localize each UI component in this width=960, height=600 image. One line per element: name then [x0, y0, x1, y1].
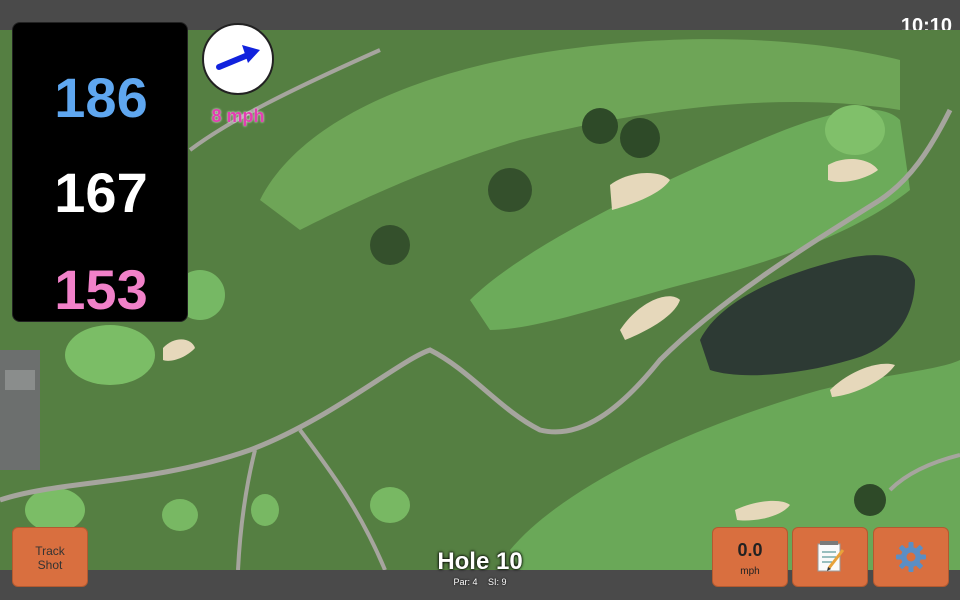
hole-meta: Par: 4 SI: 9 [380, 577, 580, 587]
middle-yardage: 167 [54, 161, 148, 224]
wind-speed-value: 0.0 [737, 540, 763, 560]
back-yardage: 186 [54, 66, 148, 129]
hole-title: Hole 10 [437, 548, 523, 575]
stroke-index-label: SI: 9 [488, 577, 507, 587]
gear-icon [896, 542, 926, 572]
notepad-icon [817, 541, 845, 572]
notes-button[interactable] [792, 527, 868, 587]
wind-speed-unit: mph [740, 566, 760, 577]
wind-speed-label: 8 mph [211, 106, 265, 126]
track-shot-label-line1: Track [35, 544, 65, 558]
arrow-right-icon [216, 45, 260, 70]
settings-button[interactable] [873, 527, 949, 587]
track-shot-label-line2: Shot [37, 558, 63, 572]
track-shot-button[interactable]: Track Shot [12, 527, 88, 587]
yardage-panel: 186 167 153 [12, 22, 188, 322]
front-yardage: 153 [54, 258, 148, 321]
wind-speed-button[interactable]: 0.0 mph [712, 527, 788, 587]
par-label: Par: 4 [453, 577, 478, 587]
wind-direction-indicator [202, 23, 274, 95]
